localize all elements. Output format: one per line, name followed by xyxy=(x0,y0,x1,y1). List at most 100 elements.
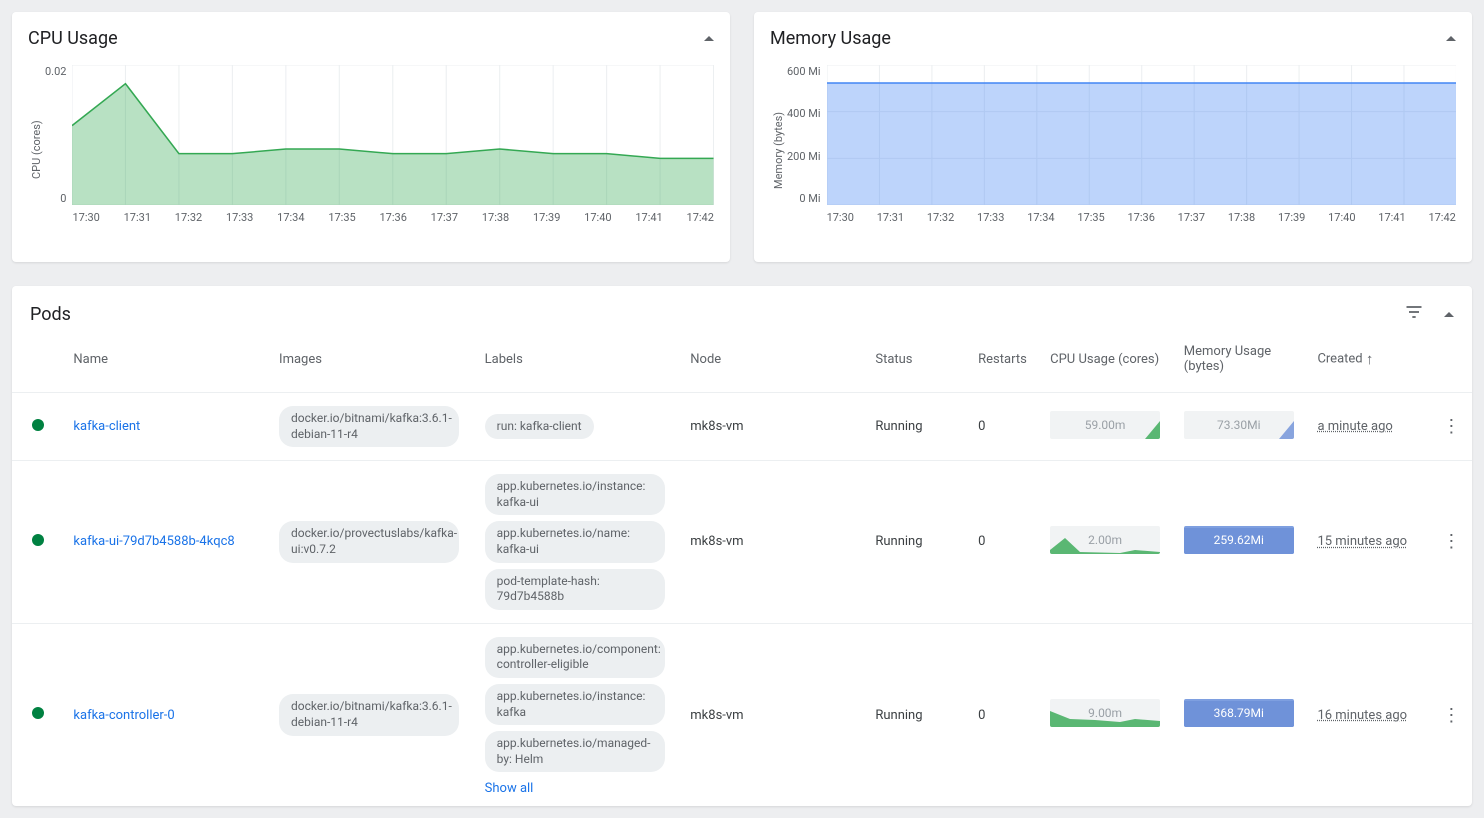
ytick: 400 Mi xyxy=(787,107,821,120)
pods-card: Pods Name Images Labels Node Status Rest… xyxy=(12,286,1472,806)
restarts-cell: 0 xyxy=(968,393,1040,461)
node-cell: mk8s-vm xyxy=(680,623,865,806)
status-cell: Running xyxy=(865,393,968,461)
col-status[interactable]: Status xyxy=(865,334,968,393)
pod-name-link[interactable]: kafka-controller-0 xyxy=(73,708,174,723)
label-chip[interactable]: app.kubernetes.io/managed-by: Helm xyxy=(485,731,665,772)
xtick: 17:35 xyxy=(328,211,355,224)
image-chip[interactable]: docker.io/bitnami/kafka:3.6.1-debian-11-… xyxy=(279,694,459,735)
chevron-up-icon[interactable] xyxy=(1446,36,1456,41)
xtick: 17:33 xyxy=(977,211,1004,224)
label-chip[interactable]: app.kubernetes.io/component: controller-… xyxy=(485,637,665,678)
xtick: 17:36 xyxy=(379,211,406,224)
chevron-up-icon[interactable] xyxy=(1444,312,1454,317)
memory-chart: Memory (bytes) 600 Mi 400 Mi 200 Mi 0 Mi 17… xyxy=(770,65,1456,235)
cpu-card-title: CPU Usage xyxy=(28,28,118,49)
cpu-chart: CPU (cores) 0.02 0 17:30 17:31 17:32 17:33 17… xyxy=(28,65,714,235)
cpu-usage-card: CPU Usage CPU (cores) 0.02 0 17:30 17:31 17… xyxy=(12,12,730,262)
ytick: 0 Mi xyxy=(787,192,821,205)
cpu-plot xyxy=(72,65,714,205)
status-cell: Running xyxy=(865,623,968,806)
table-row: kafka-controller-0 docker.io/bitnami/kaf… xyxy=(12,623,1472,806)
show-all-link[interactable]: Show all xyxy=(485,781,534,796)
xtick: 17:38 xyxy=(1228,211,1255,224)
xtick: 17:42 xyxy=(1428,211,1455,224)
sort-asc-icon: ↑ xyxy=(1366,350,1374,368)
xtick: 17:33 xyxy=(226,211,253,224)
ytick: 0 xyxy=(45,192,66,205)
xtick: 17:31 xyxy=(877,211,904,224)
status-running-icon xyxy=(32,419,44,431)
sparkline: 368.79Mi xyxy=(1184,699,1294,727)
image-chip[interactable]: docker.io/bitnami/kafka:3.6.1-debian-11-… xyxy=(279,406,459,447)
pods-title: Pods xyxy=(30,304,71,325)
sparkline: 2.00m xyxy=(1050,526,1160,554)
pods-table: Name Images Labels Node Status Restarts … xyxy=(12,334,1472,806)
memory-usage-card: Memory Usage Memory (bytes) 600 Mi 400 Mi… xyxy=(754,12,1472,262)
xtick: 17:35 xyxy=(1077,211,1104,224)
pod-name-link[interactable]: kafka-ui-79d7b4588b-4kqc8 xyxy=(73,534,234,549)
xtick: 17:32 xyxy=(175,211,202,224)
xtick: 17:34 xyxy=(277,211,304,224)
col-cpu[interactable]: CPU Usage (cores) xyxy=(1040,334,1174,393)
ytick: 200 Mi xyxy=(787,150,821,163)
col-images[interactable]: Images xyxy=(269,334,475,393)
xtick: 17:39 xyxy=(1278,211,1305,224)
col-name[interactable]: Name xyxy=(63,334,269,393)
col-created[interactable]: Created ↑ xyxy=(1307,334,1430,393)
filter-icon[interactable] xyxy=(1404,302,1424,326)
xtick: 17:38 xyxy=(482,211,509,224)
status-running-icon xyxy=(32,534,44,546)
sparkline: 73.30Mi xyxy=(1184,411,1294,439)
xtick: 17:40 xyxy=(1328,211,1355,224)
xtick: 17:36 xyxy=(1128,211,1155,224)
xtick: 17:30 xyxy=(72,211,99,224)
xtick: 17:42 xyxy=(687,211,714,224)
row-menu-icon[interactable]: ⋮ xyxy=(1431,623,1472,806)
xtick: 17:37 xyxy=(431,211,458,224)
col-node[interactable]: Node xyxy=(680,334,865,393)
restarts-cell: 0 xyxy=(968,461,1040,624)
label-chip[interactable]: app.kubernetes.io/name: kafka-ui xyxy=(485,521,665,562)
cpu-ylabel: CPU (cores) xyxy=(28,65,45,235)
xtick: 17:32 xyxy=(927,211,954,224)
ytick: 600 Mi xyxy=(787,65,821,78)
table-row: kafka-client docker.io/bitnami/kafka:3.6… xyxy=(12,393,1472,461)
table-row: kafka-ui-79d7b4588b-4kqc8 docker.io/prov… xyxy=(12,461,1472,624)
restarts-cell: 0 xyxy=(968,623,1040,806)
xtick: 17:41 xyxy=(635,211,662,224)
memory-ylabel: Memory (bytes) xyxy=(770,65,787,235)
col-labels[interactable]: Labels xyxy=(475,334,681,393)
node-cell: mk8s-vm xyxy=(680,461,865,624)
created-cell: a minute ago xyxy=(1317,419,1392,434)
sparkline: 59.00m xyxy=(1050,411,1160,439)
col-restarts[interactable]: Restarts xyxy=(968,334,1040,393)
image-chip[interactable]: docker.io/provectuslabs/kafka-ui:v0.7.2 xyxy=(279,521,459,562)
row-menu-icon[interactable]: ⋮ xyxy=(1431,393,1472,461)
xtick: 17:39 xyxy=(533,211,560,224)
col-mem[interactable]: Memory Usage (bytes) xyxy=(1174,334,1308,393)
xtick: 17:41 xyxy=(1378,211,1405,224)
node-cell: mk8s-vm xyxy=(680,393,865,461)
pod-name-link[interactable]: kafka-client xyxy=(73,419,140,434)
sparkline: 259.62Mi xyxy=(1184,526,1294,554)
memory-plot xyxy=(827,65,1456,205)
label-chip[interactable]: app.kubernetes.io/instance: kafka-ui xyxy=(485,474,665,515)
row-menu-icon[interactable]: ⋮ xyxy=(1431,461,1472,624)
ytick: 0.02 xyxy=(45,65,66,78)
created-cell: 15 minutes ago xyxy=(1317,534,1407,549)
sparkline: 9.00m xyxy=(1050,699,1160,727)
xtick: 17:31 xyxy=(124,211,151,224)
label-chip[interactable]: run: kafka-client xyxy=(485,414,594,440)
memory-card-title: Memory Usage xyxy=(770,28,891,49)
status-cell: Running xyxy=(865,461,968,624)
status-running-icon xyxy=(32,707,44,719)
xtick: 17:30 xyxy=(827,211,854,224)
label-chip[interactable]: app.kubernetes.io/instance: kafka xyxy=(485,684,665,725)
created-cell: 16 minutes ago xyxy=(1317,708,1407,723)
xtick: 17:34 xyxy=(1027,211,1054,224)
xtick: 17:40 xyxy=(584,211,611,224)
label-chip[interactable]: pod-template-hash: 79d7b4588b xyxy=(485,569,665,610)
chevron-up-icon[interactable] xyxy=(704,36,714,41)
xtick: 17:37 xyxy=(1178,211,1205,224)
